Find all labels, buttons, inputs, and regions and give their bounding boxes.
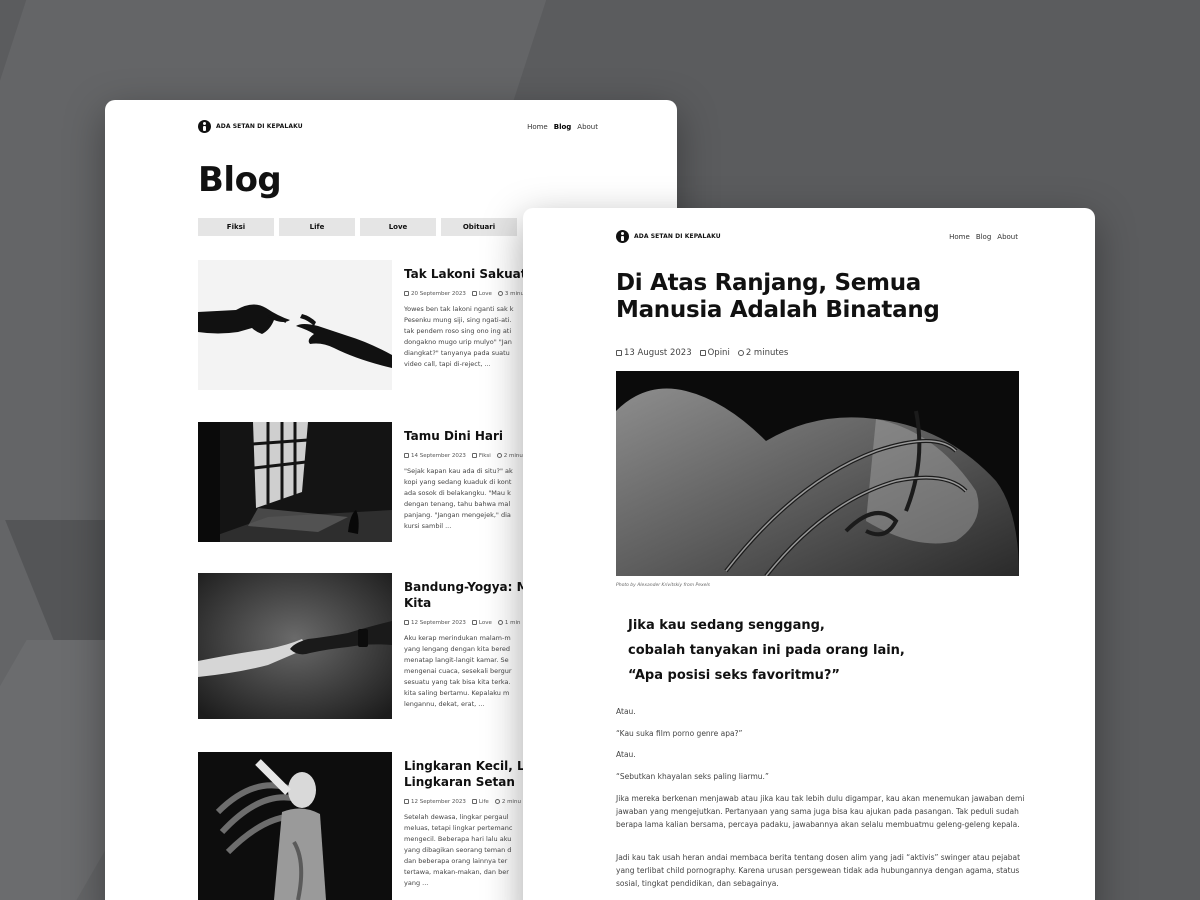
brand[interactable]: ADA SETAN DI KEPALAKU [616, 230, 721, 243]
article-paragraph: Atau. [616, 750, 636, 759]
article-paragraph: “Sebutkan khayalan seks paling liarmu.” [616, 772, 769, 781]
article-date: 13 August 2023 [616, 348, 692, 358]
nav-blog[interactable]: Blog [554, 123, 572, 131]
main-nav: Home Blog About [527, 123, 598, 131]
page-title: Blog [198, 160, 282, 200]
article-paragraph: Jika mereka berkenan menjawab atau jika … [616, 794, 1025, 829]
holding-hands-image [198, 573, 392, 719]
clock-icon [497, 291, 503, 296]
category-life[interactable]: Life [279, 218, 355, 236]
logo-icon [198, 120, 211, 133]
clock-icon [494, 799, 500, 804]
nav-blog[interactable]: Blog [976, 233, 991, 241]
rope-figure-image [616, 371, 1019, 576]
post-thumbnail[interactable] [198, 752, 392, 900]
post-category[interactable]: Love [471, 620, 492, 626]
article-paragraph: Atau. [616, 707, 636, 716]
post-date: 20 September 2023 [404, 291, 466, 297]
post-thumbnail[interactable] [198, 573, 392, 719]
site-header: ADA SETAN DI KEPALAKU Home Blog About [198, 120, 598, 133]
article-hero-image [616, 371, 1019, 576]
motion-blur-figure-image [198, 752, 392, 900]
clock-icon [497, 620, 503, 625]
calendar-icon [404, 453, 409, 458]
article-category[interactable]: Opini [699, 348, 730, 358]
article-meta: 13 August 2023 Opini 2 minutes [616, 348, 788, 358]
calendar-icon [404, 799, 409, 804]
main-nav: Home Blog About [949, 233, 1018, 241]
post-thumbnail[interactable] [198, 260, 392, 390]
nav-about[interactable]: About [997, 233, 1018, 241]
post-read-time: 1 min [497, 620, 521, 626]
clock-icon [737, 350, 744, 356]
article-read-time: 2 minutes [737, 348, 788, 358]
post-category[interactable]: Life [471, 799, 489, 805]
nav-about[interactable]: About [577, 123, 598, 131]
clock-icon [496, 453, 502, 458]
post-read-time: 3 minu [497, 291, 524, 297]
hands-reaching-image [198, 260, 392, 390]
brand-name: ADA SETAN DI KEPALAKU [216, 123, 303, 130]
post-category[interactable]: Love [471, 291, 492, 297]
photo-caption: Photo by Alexander Krivitskiy from Pexel… [616, 583, 711, 588]
article-paragraph: Jadi kau tak usah heran andai membaca be… [616, 853, 1021, 888]
nav-home[interactable]: Home [949, 233, 970, 241]
brand-name: ADA SETAN DI KEPALAKU [634, 233, 721, 240]
post-read-time: 2 minu [496, 453, 523, 459]
site-header: ADA SETAN DI KEPALAKU Home Blog About [616, 230, 1018, 243]
calendar-icon [404, 291, 409, 296]
post-thumbnail[interactable] [198, 422, 392, 542]
pull-quote: Jika kau sedang senggang, cobalah tanyak… [628, 618, 905, 683]
calendar-icon [404, 620, 409, 625]
category-love[interactable]: Love [360, 218, 436, 236]
brand[interactable]: ADA SETAN DI KEPALAKU [198, 120, 303, 133]
category-fiksi[interactable]: Fiksi [198, 218, 274, 236]
post-date: 14 September 2023 [404, 453, 466, 459]
article-page: ADA SETAN DI KEPALAKU Home Blog About Di… [523, 208, 1095, 900]
category-obituari[interactable]: Obituari [441, 218, 517, 236]
post-category[interactable]: Fiksi [471, 453, 491, 459]
logo-icon [616, 230, 629, 243]
calendar-icon [616, 350, 622, 356]
article-paragraph: “Kau suka film porno genre apa?” [616, 729, 743, 738]
bookmark-icon [471, 799, 477, 804]
bookmark-icon [471, 620, 477, 625]
post-read-time: 2 minu [494, 799, 521, 805]
dark-room-image [198, 422, 392, 542]
article-title: Di Atas Ranjang, Semua Manusia Adalah Bi… [616, 270, 940, 323]
post-date: 12 September 2023 [404, 620, 466, 626]
nav-home[interactable]: Home [527, 123, 548, 131]
post-date: 12 September 2023 [404, 799, 466, 805]
bookmark-icon [471, 453, 477, 458]
bookmark-icon [699, 350, 706, 356]
category-filter: Fiksi Life Love Obituari [198, 218, 517, 236]
bookmark-icon [471, 291, 477, 296]
